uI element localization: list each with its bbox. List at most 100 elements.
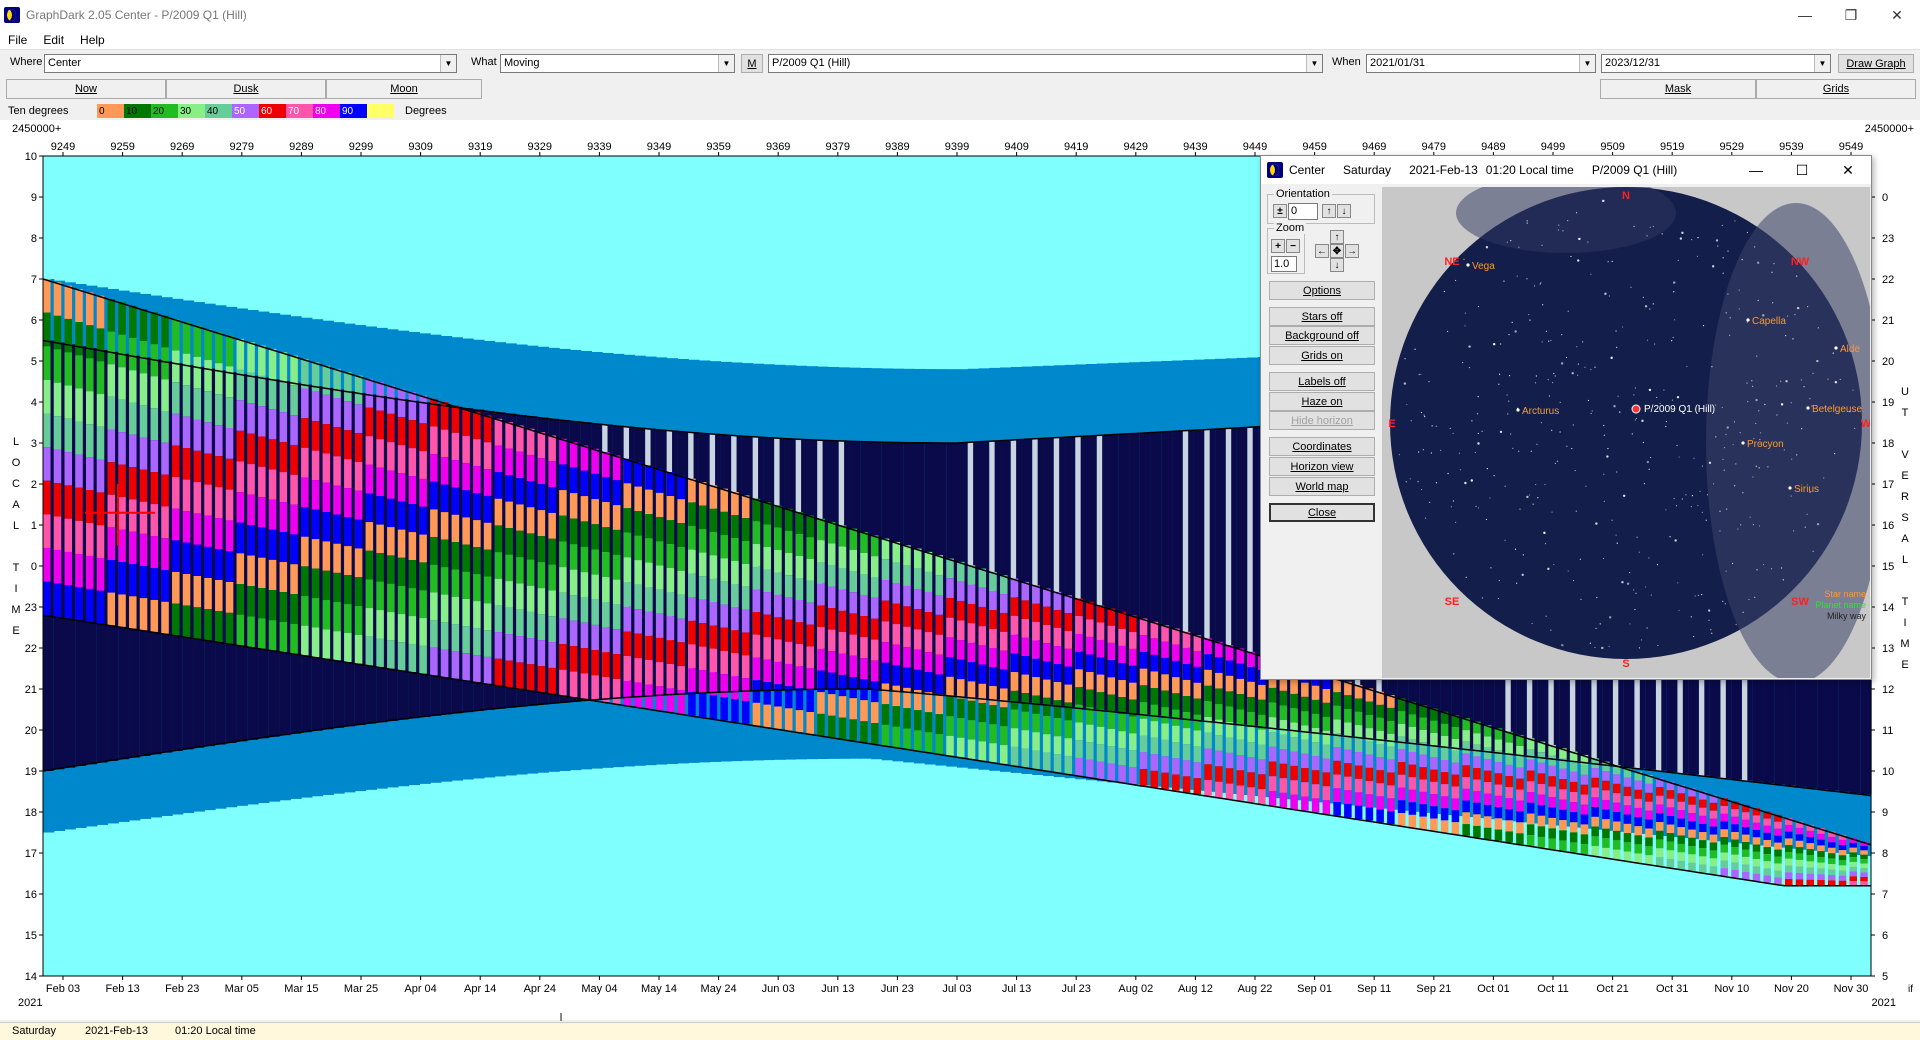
altitude-bar [387, 413, 395, 443]
altitude-bar [1290, 679, 1298, 694]
altitude-bar [795, 688, 804, 711]
altitude-bar [827, 521, 836, 544]
altitude-bar [172, 382, 180, 414]
altitude-bar [258, 406, 266, 437]
legend-label: Ten degrees [8, 105, 69, 117]
altitude-bar [1408, 739, 1417, 752]
world-map-button[interactable]: World map [1269, 477, 1375, 496]
altitude-bar [1139, 735, 1148, 753]
zoom-out-icon[interactable]: − [1286, 239, 1300, 253]
background-off-button[interactable]: Background off [1269, 326, 1375, 345]
altitude-bar [634, 633, 642, 659]
altitude-bar [53, 349, 62, 383]
altitude-bar [720, 697, 728, 721]
altitude-bar [301, 388, 309, 419]
altitude-bar [892, 562, 901, 583]
zoom-in-icon[interactable]: + [1271, 239, 1285, 253]
altitude-bar [301, 447, 309, 478]
restore-icon[interactable]: ❐ [1828, 0, 1874, 30]
scroll-thumb[interactable] [560, 1013, 562, 1021]
orientation-input[interactable]: 0 [1288, 203, 1318, 220]
pan-down-icon[interactable]: ↓ [1330, 258, 1344, 272]
grids-on-button[interactable]: Grids on [1269, 346, 1375, 365]
altitude-bar [1096, 657, 1105, 675]
altitude-bar [1720, 860, 1728, 869]
altitude-bar [1204, 717, 1212, 733]
menu-file[interactable]: File [0, 33, 35, 47]
horizontal-scrollbar[interactable] [0, 1010, 1920, 1021]
star-dot [1481, 597, 1484, 599]
altitude-bar [43, 413, 51, 448]
star-dot [1790, 495, 1792, 497]
altitude-bar [344, 575, 352, 605]
minimize-icon[interactable]: — [1733, 156, 1779, 184]
altitude-bar [430, 426, 438, 455]
horizon-view-button[interactable]: Horizon view [1269, 457, 1375, 476]
altitude-bar [75, 587, 83, 621]
altitude-bar [1193, 698, 1202, 715]
altitude-bar [1043, 697, 1051, 717]
date-tick-label: May 24 [701, 983, 737, 995]
arrow-down-icon[interactable]: ↓ [1337, 204, 1351, 218]
altitude-bar [688, 573, 696, 598]
altitude-bar [1064, 684, 1073, 703]
pan-right-icon[interactable]: → [1345, 244, 1359, 258]
menu-edit[interactable]: Edit [35, 33, 72, 47]
altitude-bar [1150, 754, 1159, 771]
altitude-bar [505, 660, 513, 688]
object-select[interactable]: P/2009 Q1 (Hill) ▼ [768, 54, 1323, 73]
stars-off-button[interactable]: Stars off [1269, 307, 1375, 326]
altitude-bar [1559, 820, 1567, 831]
labels-off-button[interactable]: Labels off [1269, 372, 1375, 391]
dusk-button[interactable]: Dusk [166, 79, 326, 99]
close-icon[interactable]: ✕ [1874, 0, 1920, 30]
altitude-bar [666, 520, 675, 545]
star-name-label: Arcturus [1522, 406, 1559, 417]
sky-map[interactable]: N NE NW E W SE SW S Vega Capella Alde Arcturus Betel… [1382, 187, 1870, 678]
altitude-bar [451, 487, 460, 515]
altitude-bar [1580, 774, 1589, 785]
maximize-icon[interactable]: ☐ [1779, 156, 1825, 184]
end-date-select[interactable]: 2023/12/31 ▼ [1601, 54, 1831, 73]
moon-button[interactable]: Moon [326, 79, 482, 99]
star-dot [1577, 374, 1579, 376]
minimize-icon[interactable]: — [1782, 0, 1828, 30]
altitude-bar [806, 646, 814, 669]
sky-map-canvas[interactable]: NNE NWE WSE SWSVegaCapellaAldeArcturus Betel… [1382, 187, 1870, 678]
close-button[interactable]: Close [1269, 503, 1375, 522]
draw-graph-button[interactable]: Draw Graph [1838, 54, 1914, 73]
altitude-bar [860, 552, 868, 575]
star-dot [1458, 452, 1461, 454]
star-dot [1701, 465, 1704, 467]
altitude-bar [1720, 821, 1728, 830]
pan-center-icon[interactable]: ✥ [1330, 244, 1344, 258]
altitude-bar [1107, 642, 1116, 661]
altitude-bar [376, 638, 384, 668]
altitude-bar [1505, 787, 1513, 799]
orientation-spin-icon[interactable]: ± [1273, 204, 1287, 218]
arrow-up-icon[interactable]: ↑ [1322, 204, 1336, 218]
where-select[interactable]: Center ▼ [44, 54, 457, 73]
pan-up-icon[interactable]: ↑ [1330, 230, 1344, 244]
options-button[interactable]: Options [1269, 281, 1375, 300]
m-button[interactable]: M [741, 54, 763, 73]
haze-on-button[interactable]: Haze on [1269, 392, 1375, 411]
altitude-bar [827, 586, 836, 609]
now-button[interactable]: Now [6, 79, 166, 99]
mask-button[interactable]: Mask [1600, 79, 1756, 99]
star-dot [1464, 312, 1466, 314]
hide-horizon-button[interactable]: Hide horizon [1269, 411, 1375, 430]
pan-left-icon[interactable]: ← [1315, 244, 1329, 258]
menu-help[interactable]: Help [72, 33, 113, 47]
zoom-input[interactable]: 1.0 [1271, 256, 1297, 272]
altitude-bar [247, 525, 255, 556]
altitude-bar [96, 394, 105, 427]
left-hour-label: 9 [31, 192, 37, 204]
coordinates-button[interactable]: Coordinates [1269, 437, 1375, 456]
altitude-bar [182, 322, 191, 354]
grids-button[interactable]: Grids [1756, 79, 1916, 99]
altitude-bar [139, 533, 148, 566]
what-select[interactable]: Moving ▼ [500, 54, 735, 73]
start-date-select[interactable]: 2021/01/31 ▼ [1366, 54, 1596, 73]
close-icon[interactable]: ✕ [1825, 156, 1871, 184]
